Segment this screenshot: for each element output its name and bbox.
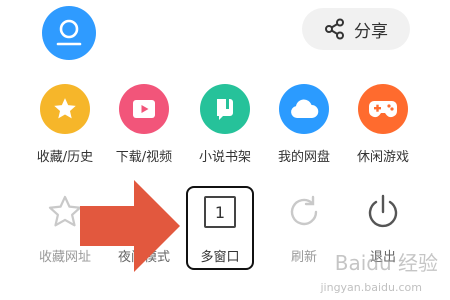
feature-label: 收藏/历史 [36, 150, 94, 165]
user-icon [56, 19, 82, 46]
book-icon [200, 84, 250, 134]
feature-label: 休闲游戏 [356, 150, 409, 165]
feature-cloud-drive[interactable]: 我的网盘 [259, 84, 349, 165]
cloud-icon [279, 84, 329, 134]
feature-label: 小说书架 [198, 150, 251, 165]
feature-favorites-history[interactable]: 收藏/历史 [20, 84, 110, 165]
play-video-icon [119, 84, 169, 134]
share-label: 分享 [354, 21, 388, 42]
watermark-brand: Baidu 经验 [334, 251, 438, 275]
feature-label: 下载/视频 [115, 150, 173, 165]
watermark-url: jingyan.baidu.com [320, 281, 422, 294]
share-icon [325, 18, 344, 40]
feature-downloads-video[interactable]: 下载/视频 [99, 84, 189, 165]
gamepad-icon [358, 84, 408, 134]
feature-label: 我的网盘 [277, 150, 330, 165]
multi-window-highlight [186, 186, 254, 270]
user-avatar[interactable] [42, 6, 96, 60]
star-icon [40, 84, 90, 134]
power-icon [338, 190, 428, 234]
feature-novel-shelf[interactable]: 小说书架 [180, 84, 270, 165]
feature-casual-games[interactable]: 休闲游戏 [338, 84, 428, 165]
share-button[interactable]: 分享 [302, 8, 410, 50]
refresh-icon [259, 190, 349, 234]
pointer-arrow-icon [80, 180, 180, 272]
